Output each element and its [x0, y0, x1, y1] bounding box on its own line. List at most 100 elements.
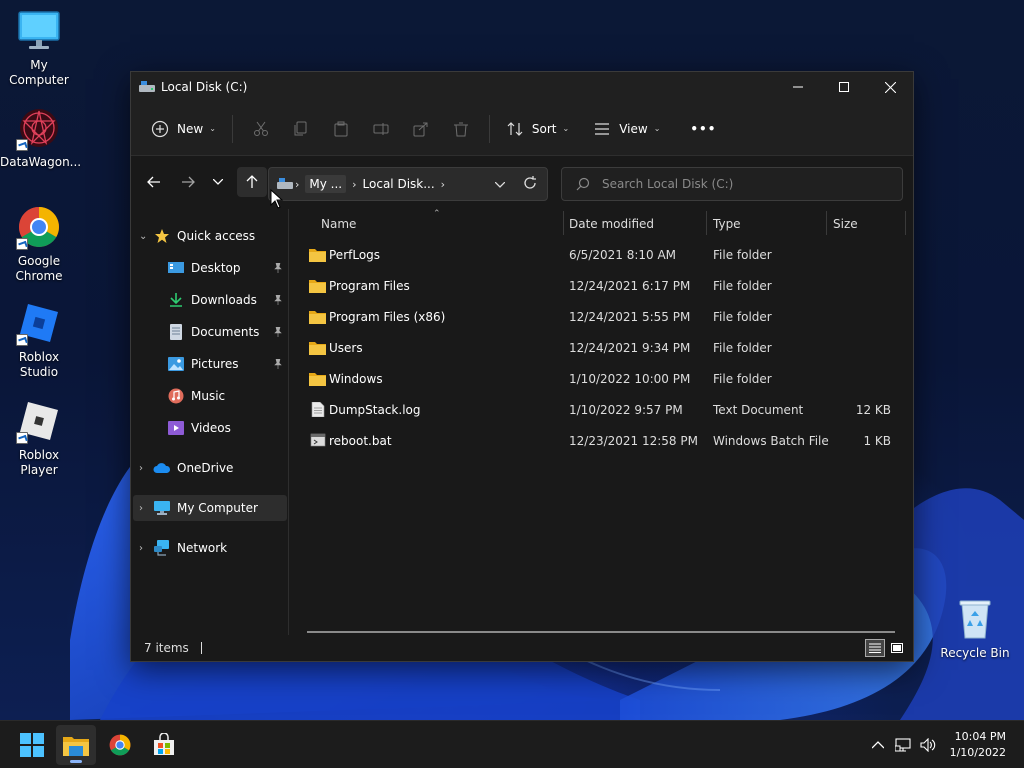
rename-icon — [373, 122, 389, 135]
details-view-button[interactable] — [865, 639, 885, 657]
file-row[interactable]: Program Files (x86) 12/24/2021 5:55 PM F… — [291, 303, 891, 333]
search-input[interactable]: Search Local Disk (C:) — [561, 167, 903, 201]
sidebar-item-downloads[interactable]: Downloads — [167, 287, 285, 313]
sidebar-item-pictures[interactable]: Pictures — [167, 351, 285, 377]
title-bar[interactable]: Local Disk (C:) — [131, 72, 913, 102]
file-row[interactable]: Windows 1/10/2022 10:00 PM File folder — [291, 365, 891, 395]
sidebar-item-documents[interactable]: Documents — [167, 319, 285, 345]
sidebar-item-my-computer[interactable]: › My Computer — [133, 495, 287, 521]
horizontal-scrollbar[interactable] — [307, 631, 895, 633]
forward-button[interactable] — [173, 167, 203, 197]
sort-button[interactable]: Sort ⌄ — [498, 113, 577, 145]
column-header-size[interactable]: Size — [833, 217, 858, 231]
address-bar[interactable]: › My ... › Local Disk... › — [268, 167, 548, 201]
start-button[interactable] — [12, 725, 52, 765]
desktop-icon-label: Roblox Player — [18, 448, 60, 477]
desktop-icon-roblox-player[interactable]: Roblox Player — [0, 398, 78, 478]
sidebar-item-label: Downloads — [191, 293, 257, 307]
see-more-button[interactable]: ••• — [682, 113, 724, 145]
column-headers: ⌃ Name Date modified Type Size — [291, 209, 913, 239]
desktop-folder-icon — [167, 260, 185, 276]
sidebar-item-music[interactable]: Music — [167, 383, 285, 409]
status-bar: 7 items — [131, 635, 913, 661]
clock[interactable]: 10:04 PM 1/10/2022 — [950, 729, 1006, 761]
file-row[interactable]: Program Files 12/24/2021 6:17 PM File fo… — [291, 272, 891, 302]
sidebar-item-videos[interactable]: Videos — [167, 415, 285, 441]
chevron-right-icon[interactable]: › — [139, 463, 153, 474]
breadcrumb-chevron-icon: › — [440, 177, 446, 191]
close-icon — [884, 81, 896, 93]
file-row[interactable]: DumpStack.log 1/10/2022 9:57 PM Text Doc… — [291, 396, 891, 426]
navigation-bar: › My ... › Local Disk... › Search Local … — [131, 156, 913, 208]
file-row[interactable]: PerfLogs 6/5/2021 8:10 AM File folder — [291, 241, 891, 271]
large-icons-view-button[interactable] — [887, 639, 907, 657]
chevron-down-icon — [213, 179, 223, 185]
desktop-icon-my-computer[interactable]: My Computer — [0, 8, 78, 88]
close-button[interactable] — [867, 72, 913, 102]
column-divider[interactable] — [706, 211, 707, 235]
paste-button[interactable] — [321, 113, 361, 145]
rename-button[interactable] — [361, 113, 401, 145]
minimize-button[interactable] — [775, 72, 821, 102]
file-row[interactable]: Users 12/24/2021 9:34 PM File folder — [291, 334, 891, 364]
chevron-down-icon[interactable]: ⌄ — [139, 231, 153, 242]
window-title: Local Disk (C:) — [161, 80, 248, 94]
taskbar-file-explorer[interactable] — [56, 725, 96, 765]
chevron-right-icon[interactable]: › — [139, 503, 153, 514]
desktop-icon-label: Google Chrome — [15, 254, 63, 283]
sort-arrows-icon — [506, 120, 524, 138]
column-header-name[interactable]: Name — [321, 217, 356, 231]
file-name: reboot.bat — [329, 434, 392, 448]
large-icons-view-icon — [891, 643, 903, 653]
new-button[interactable]: New ⌄ — [143, 113, 224, 145]
desktop-icon-recycle-bin[interactable]: Recycle Bin — [936, 596, 1014, 661]
show-hidden-icons-button[interactable] — [866, 741, 890, 749]
share-button[interactable] — [401, 113, 441, 145]
network-status-button[interactable] — [890, 738, 916, 752]
sidebar-item-desktop[interactable]: Desktop — [167, 255, 285, 281]
file-name: PerfLogs — [329, 248, 381, 262]
column-divider[interactable] — [826, 211, 827, 235]
column-header-type[interactable]: Type — [713, 217, 741, 231]
breadcrumb-chevron-icon: › — [295, 177, 300, 191]
address-dropdown-button[interactable] — [494, 177, 506, 191]
column-divider[interactable] — [563, 211, 564, 235]
sidebar-item-quick-access[interactable]: ⌄ Quick access — [139, 223, 287, 249]
chevron-right-icon[interactable]: › — [139, 543, 153, 554]
delete-button[interactable] — [441, 113, 481, 145]
file-row[interactable]: reboot.bat 12/23/2021 12:58 PM Windows B… — [291, 427, 891, 457]
taskbar-microsoft-store[interactable] — [144, 725, 184, 765]
up-button[interactable] — [237, 167, 267, 197]
maximize-icon — [839, 82, 849, 92]
star-icon — [153, 228, 171, 244]
back-button[interactable] — [139, 167, 169, 197]
more-icon: ••• — [690, 121, 717, 136]
sort-label: Sort — [531, 121, 557, 136]
copy-button[interactable] — [281, 113, 321, 145]
column-header-date[interactable]: Date modified — [569, 217, 654, 231]
arrow-right-icon — [182, 176, 195, 188]
file-name: Windows — [329, 372, 383, 386]
ethernet-icon — [895, 738, 911, 752]
maximize-button[interactable] — [821, 72, 867, 102]
breadcrumb-my-computer[interactable]: My ... — [305, 175, 347, 193]
view-button[interactable]: View ⌄ — [585, 113, 668, 145]
volume-button[interactable] — [916, 738, 940, 752]
file-date: 12/23/2021 12:58 PM — [569, 434, 698, 448]
desktop-icon-label: Recycle Bin — [940, 646, 1010, 660]
trash-icon — [453, 122, 468, 136]
sidebar-item-onedrive[interactable]: › OneDrive — [139, 455, 287, 481]
desktop-icon-roblox-studio[interactable]: Roblox Studio — [0, 300, 78, 380]
column-divider[interactable] — [905, 211, 906, 235]
text-file-icon — [311, 402, 325, 417]
refresh-button[interactable] — [523, 176, 537, 193]
folder-icon — [309, 342, 326, 355]
cut-button[interactable] — [241, 113, 281, 145]
desktop-icon-datawagon[interactable]: DataWagon... — [0, 105, 81, 170]
recent-locations-button[interactable] — [203, 167, 233, 197]
breadcrumb-local-disk[interactable]: Local Disk... — [363, 177, 435, 191]
desktop-icon-google-chrome[interactable]: Google Chrome — [0, 204, 78, 284]
sidebar-item-label: My Computer — [177, 501, 258, 515]
taskbar-chrome[interactable] — [100, 725, 140, 765]
sidebar-item-network[interactable]: › Network — [139, 535, 287, 561]
